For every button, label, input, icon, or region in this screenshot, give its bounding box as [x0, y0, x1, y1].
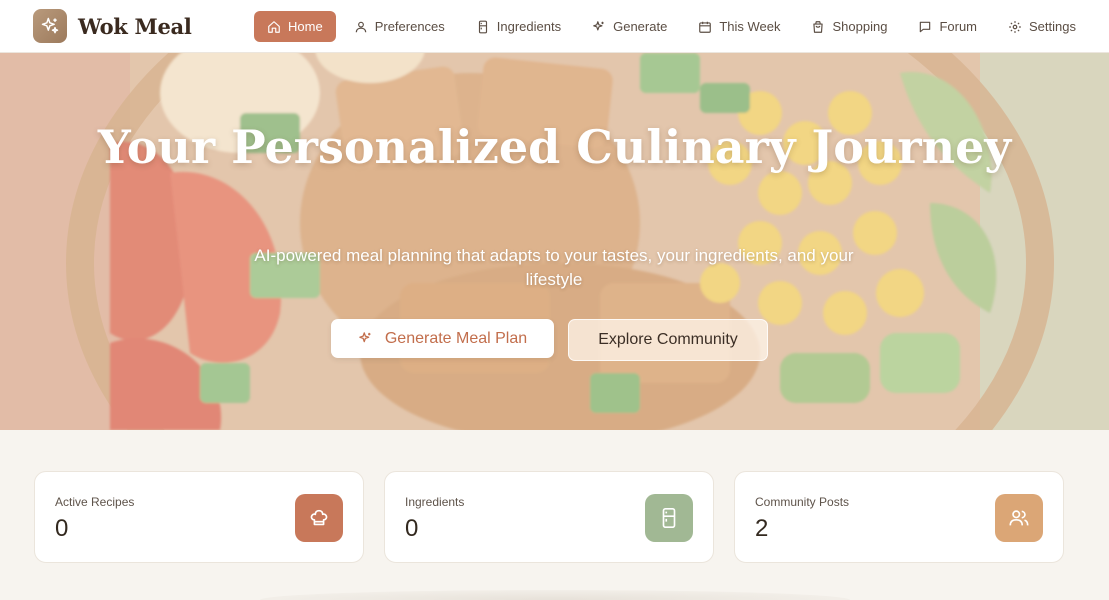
- nav-item-ingredients[interactable]: Ingredients: [463, 11, 574, 42]
- stat-label: Ingredients: [405, 495, 465, 509]
- stat-card-community-posts: Community Posts 2: [734, 471, 1064, 563]
- home-icon: [268, 20, 280, 33]
- sparkles-icon: [359, 332, 371, 343]
- nav-item-label: Forum: [939, 19, 977, 34]
- nav-item-label: Shopping: [832, 19, 888, 34]
- nav-item-label: Settings: [1029, 19, 1076, 34]
- nav-item-label: Preferences: [374, 19, 445, 34]
- stat-label: Active Recipes: [55, 495, 135, 509]
- nav-item-label: This Week: [719, 19, 781, 34]
- brand[interactable]: Wok Meal: [33, 9, 192, 43]
- stat-value: 0: [55, 515, 69, 542]
- top-navbar: Wok Meal Home Preferences Ingredients Ge…: [0, 0, 1109, 53]
- explore-community-label: Explore Community: [598, 331, 738, 348]
- chef-hat-icon: [295, 494, 343, 542]
- nav-item-generate[interactable]: Generate: [579, 11, 680, 42]
- fridge-icon: [645, 494, 693, 542]
- stat-card-ingredients: Ingredients 0: [384, 471, 714, 563]
- nav-item-label: Ingredients: [496, 19, 562, 34]
- sparkles-icon: [33, 9, 67, 43]
- hero-section: Your Personalized Culinary Journey AI-po…: [0, 53, 1109, 430]
- section-shadow: [260, 590, 850, 600]
- nav-menu: Home Preferences Ingredients Generate Th…: [254, 11, 1094, 42]
- generate-meal-plan-button[interactable]: Generate Meal Plan: [331, 319, 554, 358]
- nav-item-settings[interactable]: Settings: [995, 11, 1089, 42]
- hero-subtitle: AI-powered meal planning that adapts to …: [254, 246, 854, 289]
- calendar-icon: [699, 21, 712, 33]
- stat-value: 2: [755, 515, 769, 542]
- nav-item-home[interactable]: Home: [254, 11, 336, 42]
- chat-icon: [920, 21, 931, 32]
- generate-meal-plan-label: Generate Meal Plan: [384, 329, 528, 347]
- nav-item-preferences[interactable]: Preferences: [341, 11, 458, 42]
- gear-icon: [1009, 20, 1021, 33]
- hero-title: Your Personalized Culinary Journey: [97, 120, 1012, 174]
- nav-item-forum[interactable]: Forum: [905, 11, 990, 42]
- user-icon: [355, 21, 366, 32]
- fridge-icon: [478, 20, 487, 33]
- explore-community-button[interactable]: Explore Community: [568, 319, 768, 361]
- brand-name: Wok Meal: [78, 13, 192, 39]
- nav-item-shopping[interactable]: Shopping: [798, 11, 900, 42]
- nav-item-label: Home: [288, 19, 323, 34]
- stat-label: Community Posts: [755, 495, 850, 509]
- nav-item-this-week[interactable]: This Week: [685, 11, 793, 42]
- stat-value: 0: [405, 515, 419, 542]
- sparkles-icon: [593, 20, 604, 30]
- hero-overlay: [0, 53, 1109, 430]
- shopping-bag-icon: [813, 20, 824, 33]
- nav-item-label: Generate: [613, 19, 668, 34]
- stat-card-active-recipes: Active Recipes 0: [34, 471, 364, 563]
- users-icon: [995, 494, 1043, 542]
